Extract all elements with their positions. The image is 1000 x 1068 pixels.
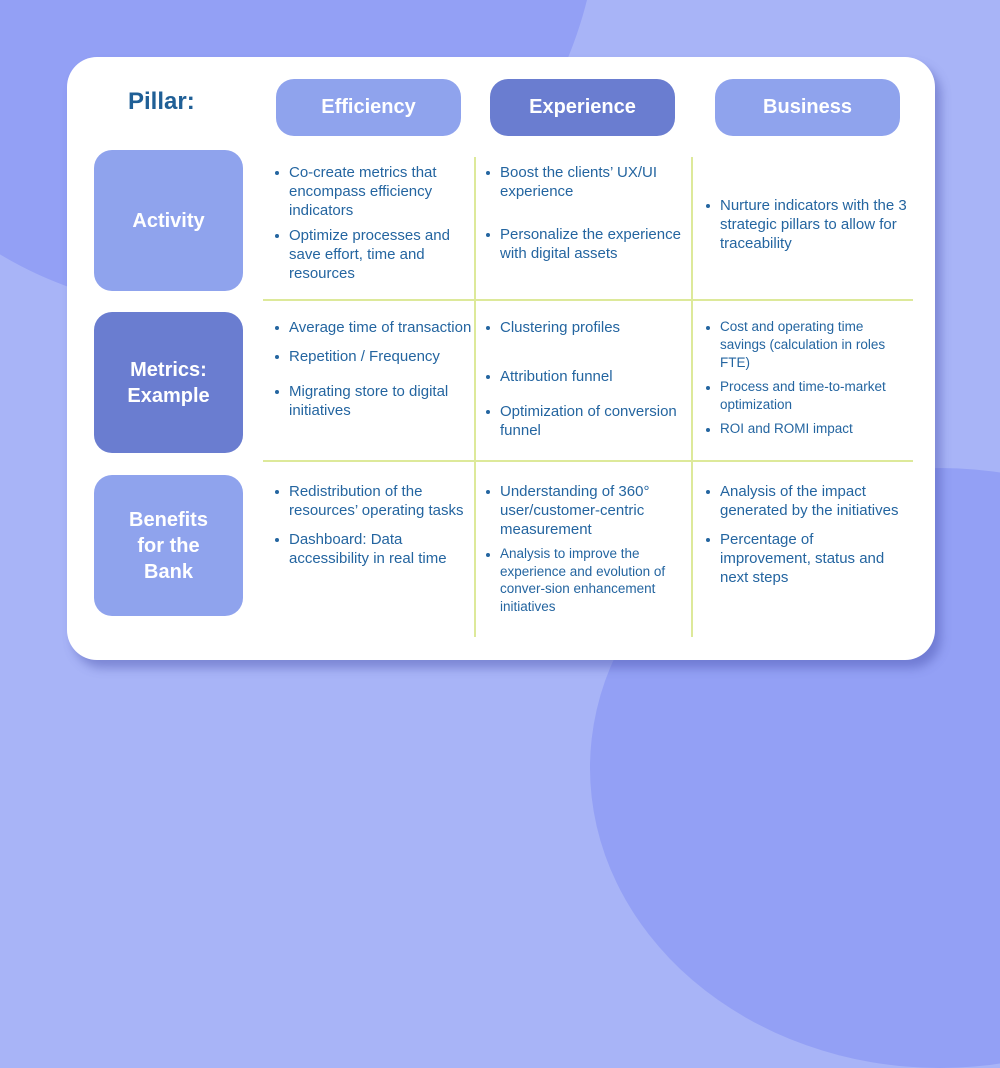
list-item: Cost and operating time savings (calcula… <box>703 318 908 372</box>
list-item: Understanding of 360° user/customer-cent… <box>483 482 688 539</box>
list-item: Analysis of the impact generated by the … <box>703 482 908 520</box>
row-label-activity: Activity <box>94 150 243 291</box>
list-item: Dashboard: Data accessibility in real ti… <box>272 530 472 568</box>
row-label-metrics: Metrics: Example <box>94 312 243 453</box>
list-item: Migrating store to digital initiatives <box>272 382 472 420</box>
cell-activity-efficiency: Co-create metrics that encompass efficie… <box>272 163 472 289</box>
list-item: Analysis to improve the experience and e… <box>483 545 688 615</box>
row-divider <box>263 299 913 301</box>
cell-activity-experience: Boost the clients’ UX/UI experience Pers… <box>483 163 688 269</box>
cell-benefits-business: Analysis of the impact generated by the … <box>703 482 908 593</box>
list-item: Attribution funnel <box>483 367 688 386</box>
row-divider <box>263 460 913 462</box>
list-item: Redistribution of the resources’ operati… <box>272 482 472 520</box>
cell-metrics-business: Cost and operating time savings (calcula… <box>703 318 908 444</box>
cell-benefits-efficiency: Redistribution of the resources’ operati… <box>272 482 472 574</box>
cell-benefits-experience: Understanding of 360° user/customer-cent… <box>483 482 688 621</box>
cell-metrics-efficiency: Average time of transaction Repetition /… <box>272 318 472 426</box>
list-item: Optimization of conversion funnel <box>483 402 688 440</box>
list-item: Repetition / Frequency <box>272 347 472 366</box>
pillar-heading: Pillar: <box>128 88 195 115</box>
list-item: Co-create metrics that encompass efficie… <box>272 163 472 220</box>
list-item: Nurture indicators with the 3 strategic … <box>703 196 908 253</box>
list-item: Optimize processes and save effort, time… <box>272 226 472 283</box>
list-item: Percentage of improvement, status and ne… <box>703 530 908 587</box>
list-item: Clustering profiles <box>483 318 688 337</box>
cell-metrics-experience: Clustering profiles Attribution funnel O… <box>483 318 688 446</box>
pillar-business: Business <box>715 79 900 136</box>
cell-activity-business: Nurture indicators with the 3 strategic … <box>703 196 908 259</box>
column-divider <box>474 157 476 637</box>
list-item: ROI and ROMI impact <box>703 420 908 438</box>
list-item: Boost the clients’ UX/UI experience <box>483 163 688 201</box>
row-label-benefits: Benefits for the Bank <box>94 475 243 616</box>
column-divider <box>691 157 693 637</box>
list-item: Process and time-to-market optimization <box>703 378 908 414</box>
list-item: Personalize the experience with digital … <box>483 225 688 263</box>
list-item: Average time of transaction <box>272 318 472 337</box>
pillar-experience: Experience <box>490 79 675 136</box>
pillar-efficiency: Efficiency <box>276 79 461 136</box>
